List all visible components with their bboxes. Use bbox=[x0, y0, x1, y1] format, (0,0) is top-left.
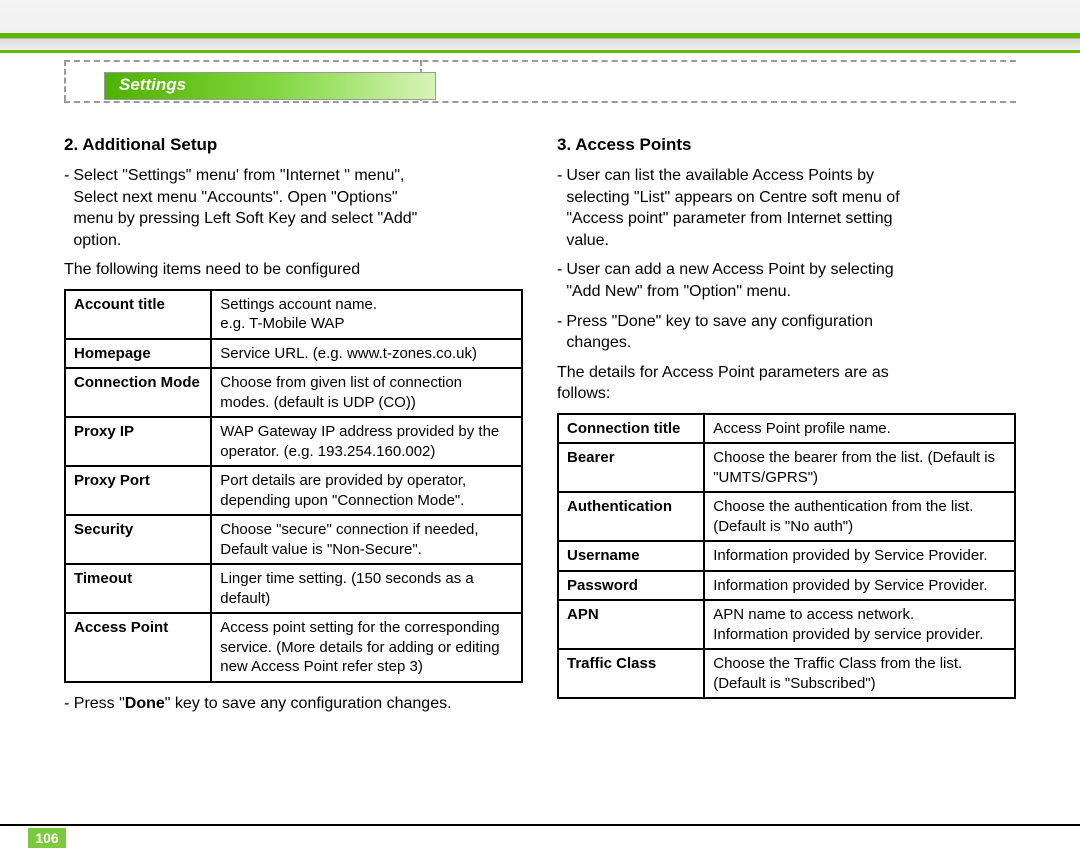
left-heading: 2. Additional Setup bbox=[64, 134, 523, 157]
green-line-mid bbox=[0, 50, 1080, 53]
right-heading: 3. Access Points bbox=[557, 134, 1016, 157]
bullet-dash-icon: - bbox=[557, 311, 562, 354]
table-row: Traffic ClassChoose the Traffic Class fr… bbox=[558, 649, 1015, 698]
table-row: Proxy PortPort details are provided by o… bbox=[65, 466, 522, 515]
page-number: 106 bbox=[28, 828, 66, 848]
right-bullet-1: - User can list the available Access Poi… bbox=[557, 165, 1016, 251]
table-row: Account titleSettings account name.e.g. … bbox=[65, 290, 522, 339]
right-bullet-1-text: User can list the available Access Point… bbox=[566, 165, 899, 251]
table-row: BearerChoose the bearer from the list. (… bbox=[558, 443, 1015, 492]
right-bullet-2-text: User can add a new Access Point by selec… bbox=[566, 259, 893, 302]
table-row: TimeoutLinger time setting. (150 seconds… bbox=[65, 564, 522, 613]
table-row: Access PointAccess point setting for the… bbox=[65, 613, 522, 682]
dashed-border-left bbox=[64, 60, 66, 101]
dashed-border-bottom bbox=[64, 101, 1016, 103]
dashed-border-top bbox=[64, 60, 1016, 62]
content-area: 2. Additional Setup - Select "Settings" … bbox=[64, 120, 1016, 723]
right-bullet-2: - User can add a new Access Point by sel… bbox=[557, 259, 1016, 302]
left-bullet-1-text: Select "Settings" menu' from "Internet "… bbox=[73, 165, 417, 251]
table-row: UsernameInformation provided by Service … bbox=[558, 541, 1015, 571]
bullet-dash-icon: - bbox=[557, 259, 562, 302]
table-row: HomepageService URL. (e.g. www.t-zones.c… bbox=[65, 339, 522, 369]
left-config-table: Account titleSettings account name.e.g. … bbox=[64, 289, 523, 683]
bullet-dash-icon: - bbox=[64, 165, 69, 251]
table-row: Connection ModeChoose from given list of… bbox=[65, 368, 522, 417]
table-row: Proxy IPWAP Gateway IP address provided … bbox=[65, 417, 522, 466]
left-after-table: - Press "Done" key to save any configura… bbox=[64, 693, 523, 715]
table-row: Connection titleAccess Point profile nam… bbox=[558, 414, 1015, 444]
left-column: 2. Additional Setup - Select "Settings" … bbox=[64, 120, 523, 723]
left-config-intro: The following items need to be configure… bbox=[64, 259, 523, 281]
bullet-dash-icon: - bbox=[557, 165, 562, 251]
left-bullet-1: - Select "Settings" menu' from "Internet… bbox=[64, 165, 523, 251]
table-row: AuthenticationChoose the authentication … bbox=[558, 492, 1015, 541]
right-bullet-3-text: Press "Done" key to save any configurati… bbox=[566, 311, 873, 354]
right-column: 3. Access Points - User can list the ava… bbox=[557, 120, 1016, 723]
footer-bar bbox=[0, 824, 1080, 850]
table-row: APNAPN name to access network.Informatio… bbox=[558, 600, 1015, 649]
right-bullet-3: - Press "Done" key to save any configura… bbox=[557, 311, 1016, 354]
right-details-intro: The details for Access Point parameters … bbox=[557, 362, 1016, 405]
settings-tab: Settings bbox=[104, 72, 436, 100]
table-row: PasswordInformation provided by Service … bbox=[558, 571, 1015, 601]
table-row: SecurityChoose "secure" connection if ne… bbox=[65, 515, 522, 564]
right-config-table: Connection titleAccess Point profile nam… bbox=[557, 413, 1016, 700]
